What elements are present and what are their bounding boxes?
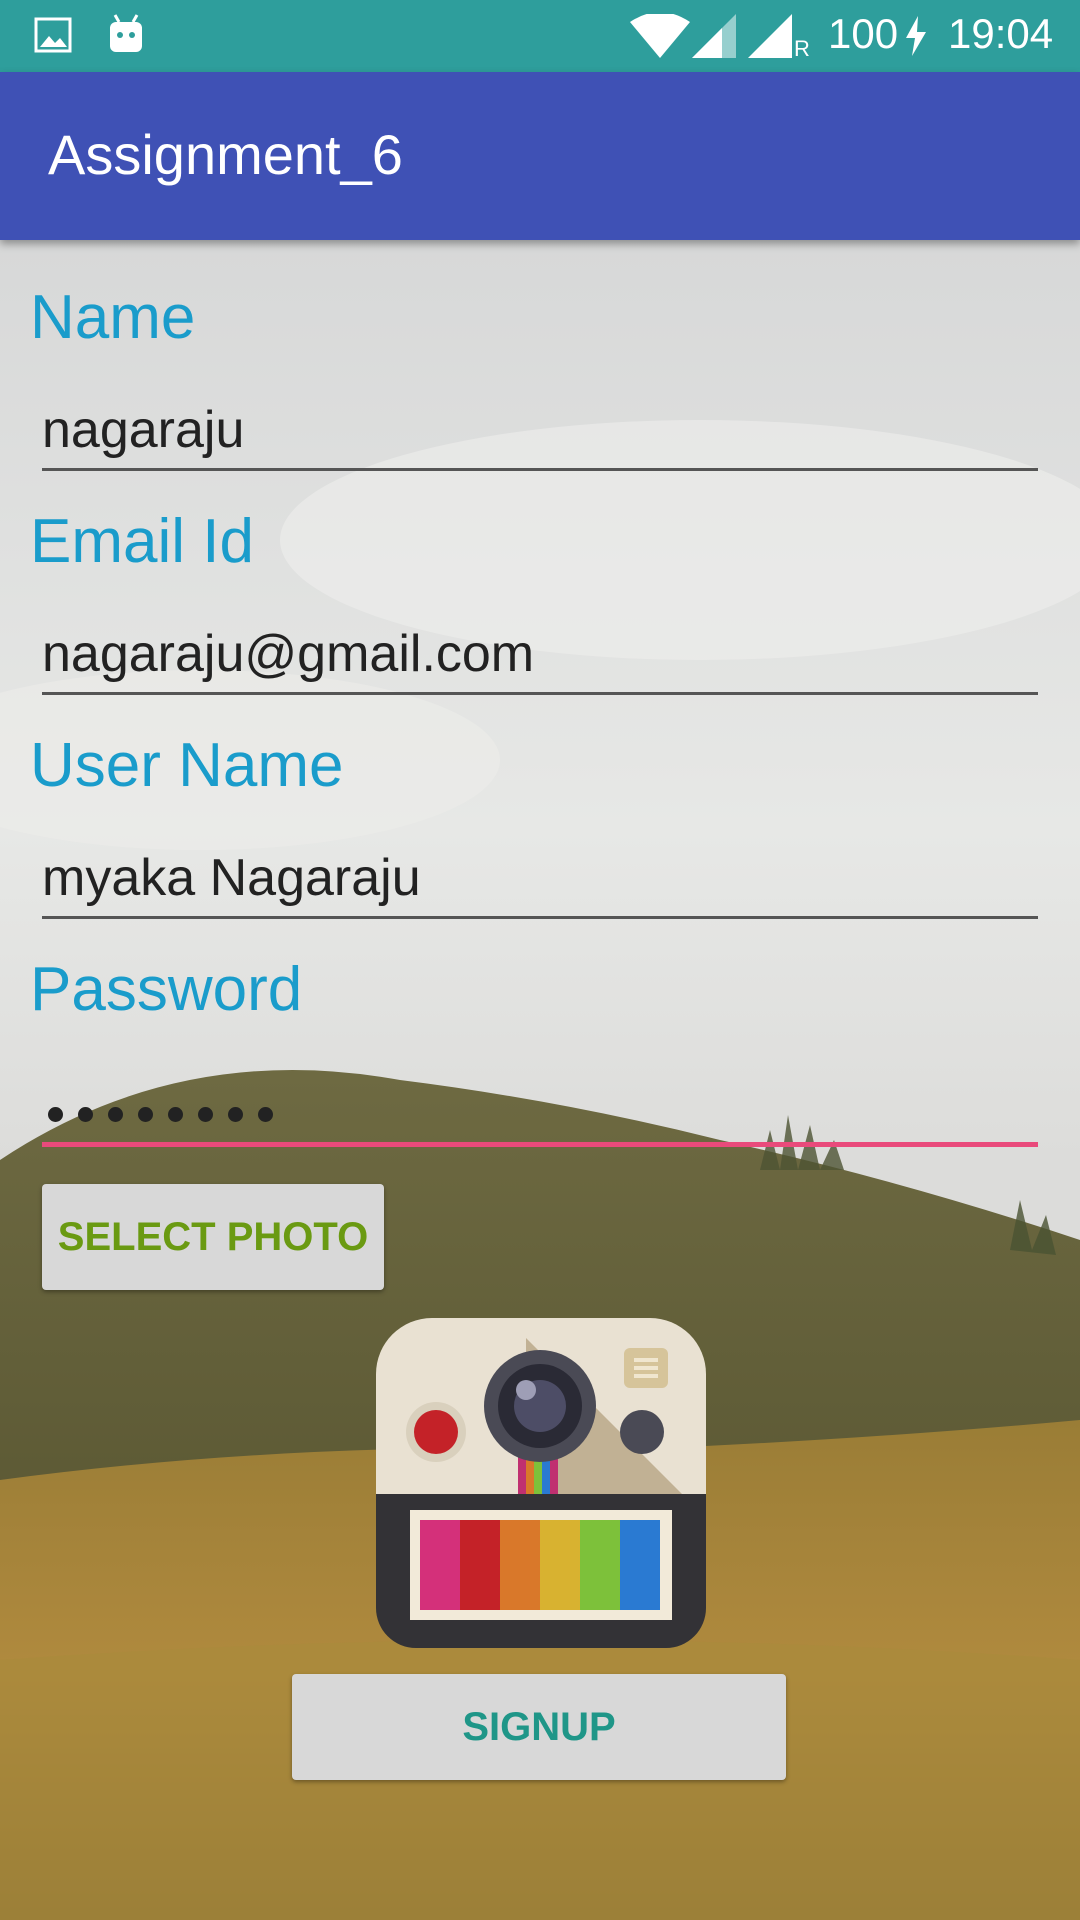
password-masked-value[interactable] <box>48 1107 273 1122</box>
password-dot <box>48 1107 63 1122</box>
password-dot <box>228 1107 243 1122</box>
password-label: Password <box>30 955 303 1024</box>
name-field[interactable] <box>42 368 1038 471</box>
username-input[interactable] <box>42 848 1038 908</box>
camera-app-icon <box>376 1318 706 1648</box>
password-dot <box>168 1107 183 1122</box>
password-dot <box>78 1107 93 1122</box>
signup-button[interactable]: SIGNUP <box>292 1674 786 1780</box>
username-field[interactable] <box>42 816 1038 919</box>
select-photo-button[interactable]: SELECT PHOTO <box>42 1184 384 1290</box>
password-dot <box>138 1107 153 1122</box>
signup-form: Name Email Id User Name Password SELECT … <box>0 0 1080 1920</box>
password-dot <box>108 1107 123 1122</box>
password-field[interactable] <box>42 1042 1038 1147</box>
app-bar: Assignment_6 <box>0 72 1080 240</box>
password-dot <box>198 1107 213 1122</box>
email-field[interactable] <box>42 592 1038 695</box>
name-label: Name <box>30 283 196 352</box>
username-label: User Name <box>30 731 344 800</box>
email-label: Email Id <box>30 507 254 576</box>
email-input[interactable] <box>42 624 1038 684</box>
app-title: Assignment_6 <box>48 123 403 186</box>
password-dot <box>258 1107 273 1122</box>
name-input[interactable] <box>42 400 1038 460</box>
